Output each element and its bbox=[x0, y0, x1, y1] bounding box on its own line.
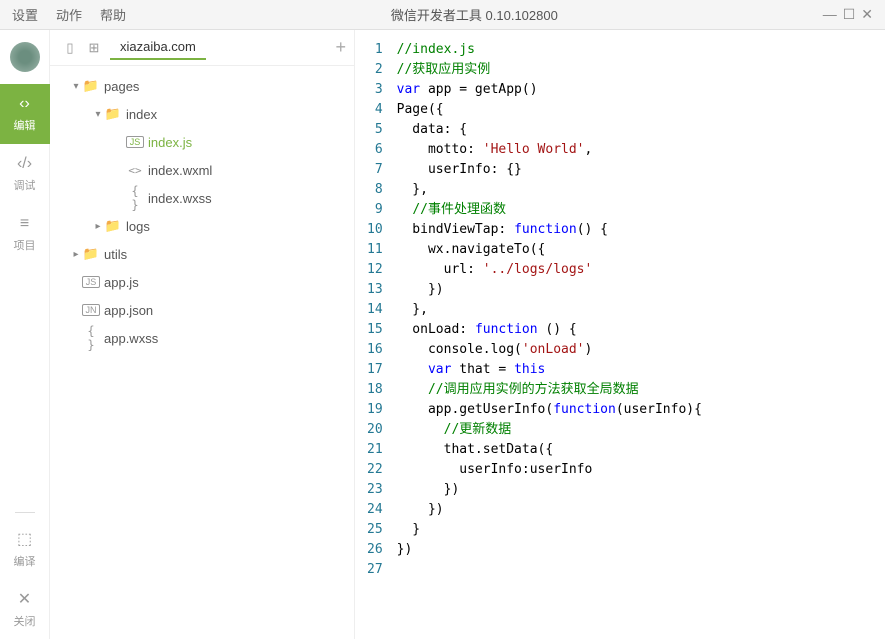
debug-icon: ‹/› bbox=[17, 155, 32, 173]
window-title: 微信开发者工具 0.10.102800 bbox=[126, 5, 823, 24]
tree-file-appjs[interactable]: JSapp.js bbox=[50, 268, 354, 296]
code-content[interactable]: //index.js//获取应用实例var app = getApp()Page… bbox=[391, 30, 885, 639]
sidebar-item-edit[interactable]: ‹› 编辑 bbox=[0, 84, 50, 144]
tree-folder-index[interactable]: ▾📁index bbox=[50, 100, 354, 128]
close-icon[interactable]: ✕ bbox=[861, 6, 873, 23]
sidebar-item-debug[interactable]: ‹/› 调试 bbox=[0, 144, 50, 204]
tree-file-indexwxss[interactable]: { }index.wxss bbox=[50, 184, 354, 212]
wxml-icon: <> bbox=[126, 164, 144, 177]
js-icon: JS bbox=[82, 276, 100, 288]
x-icon: ✕ bbox=[18, 589, 31, 609]
avatar[interactable] bbox=[10, 42, 40, 72]
tree-file-indexwxml[interactable]: <>index.wxml bbox=[50, 156, 354, 184]
sidebar-item-compile[interactable]: ⬚ 编译 bbox=[0, 519, 50, 579]
menu-settings[interactable]: 设置 bbox=[12, 5, 38, 24]
add-tab-icon[interactable]: + bbox=[335, 37, 346, 58]
tree-file-appjson[interactable]: JNapp.json bbox=[50, 296, 354, 324]
tree-folder-pages[interactable]: ▾📁pages bbox=[50, 72, 354, 100]
menu-actions[interactable]: 动作 bbox=[56, 5, 82, 24]
wxss-icon: { } bbox=[126, 184, 144, 212]
tree-icon[interactable]: ⊞ bbox=[82, 40, 106, 56]
json-icon: JN bbox=[82, 304, 100, 316]
folder-icon: 📁 bbox=[82, 246, 100, 262]
js-icon: JS bbox=[126, 136, 144, 148]
folder-icon: 📁 bbox=[104, 106, 122, 122]
list-icon: ≡ bbox=[20, 215, 29, 233]
sidebar-item-close[interactable]: ✕ 关闭 bbox=[0, 579, 50, 639]
tree-file-appwxss[interactable]: { }app.wxss bbox=[50, 324, 354, 352]
minimize-icon[interactable]: — bbox=[823, 6, 837, 23]
code-editor[interactable]: 1234567891011121314151617181920212223242… bbox=[355, 30, 885, 639]
folder-icon: 📁 bbox=[82, 78, 100, 94]
wxss-icon: { } bbox=[82, 324, 100, 352]
tree-folder-logs[interactable]: ▸📁logs bbox=[50, 212, 354, 240]
menu-help[interactable]: 帮助 bbox=[100, 5, 126, 24]
tree-folder-utils[interactable]: ▸📁utils bbox=[50, 240, 354, 268]
folder-icon: 📁 bbox=[104, 218, 122, 234]
sidebar: ‹› 编辑 ‹/› 调试 ≡ 项目 ⬚ 编译 ✕ 关闭 bbox=[0, 30, 50, 639]
code-icon: ‹› bbox=[19, 95, 30, 113]
sidebar-item-project[interactable]: ≡ 项目 bbox=[0, 204, 50, 264]
compile-icon: ⬚ bbox=[17, 529, 32, 549]
tree-file-indexjs[interactable]: JSindex.js bbox=[50, 128, 354, 156]
maximize-icon[interactable]: ☐ bbox=[843, 6, 856, 23]
panel-icon[interactable]: ▯ bbox=[58, 40, 82, 56]
line-gutter: 1234567891011121314151617181920212223242… bbox=[355, 30, 391, 639]
explorer-tab[interactable]: xiazaiba.com bbox=[110, 35, 206, 60]
file-explorer: ▯ ⊞ xiazaiba.com + ▾📁pages ▾📁index JSind… bbox=[50, 30, 355, 639]
titlebar: 设置 动作 帮助 微信开发者工具 0.10.102800 — ☐ ✕ bbox=[0, 0, 885, 30]
file-tree: ▾📁pages ▾📁index JSindex.js <>index.wxml … bbox=[50, 66, 354, 639]
